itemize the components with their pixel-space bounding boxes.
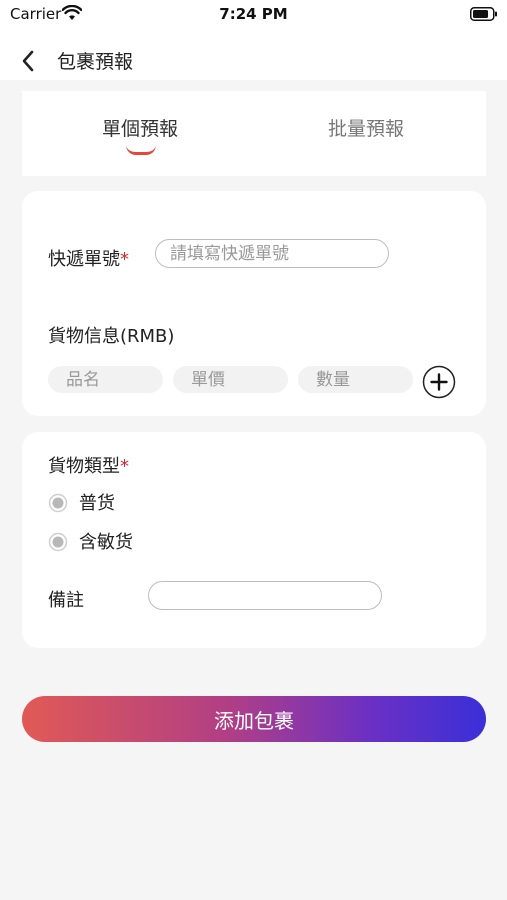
battery-icon (470, 7, 497, 21)
required-mark: * (120, 456, 129, 477)
tracking-number-input[interactable] (155, 239, 389, 268)
remark-label: 備註 (48, 590, 84, 611)
quantity-input[interactable] (298, 366, 413, 393)
plus-circle-icon[interactable] (422, 365, 456, 399)
radio-label: 含敏货 (79, 532, 133, 553)
add-parcel-button[interactable]: 添加包裹 (22, 696, 486, 742)
status-bar: Carrier 7:24 PM (0, 0, 507, 30)
parcel-info-card: 快遞單號* 貨物信息(RMB) (22, 191, 486, 416)
page-title: 包裹預報 (57, 51, 134, 73)
goods-name-input[interactable] (48, 366, 163, 393)
radio-button-icon[interactable] (48, 493, 68, 513)
tab-batch-forecast[interactable]: 批量預報 (328, 114, 404, 141)
remark-input[interactable] (148, 581, 382, 610)
goods-type-label: 貨物類型* (48, 452, 129, 478)
navigation-bar: 包裹預報 (0, 30, 507, 80)
goods-type-label-text: 貨物類型 (48, 456, 120, 477)
tracking-number-label: 快遞單號* (48, 245, 129, 271)
goods-type-card: 貨物類型* 普货 含敏货 備註 (22, 432, 486, 648)
radio-button-icon[interactable] (48, 532, 68, 552)
unit-price-input[interactable] (173, 366, 288, 393)
radio-label: 普货 (79, 493, 115, 514)
active-tab-indicator (126, 145, 156, 155)
goods-info-label: 貨物信息(RMB) (48, 326, 175, 347)
tab-single-forecast[interactable]: 單個預報 (102, 114, 178, 141)
forecast-tabs: 單個預報 批量預報 (22, 91, 486, 176)
clock: 7:24 PM (219, 5, 288, 23)
required-mark: * (120, 249, 129, 270)
tracking-number-label-text: 快遞單號 (48, 249, 120, 270)
chevron-left-icon[interactable] (20, 49, 36, 73)
